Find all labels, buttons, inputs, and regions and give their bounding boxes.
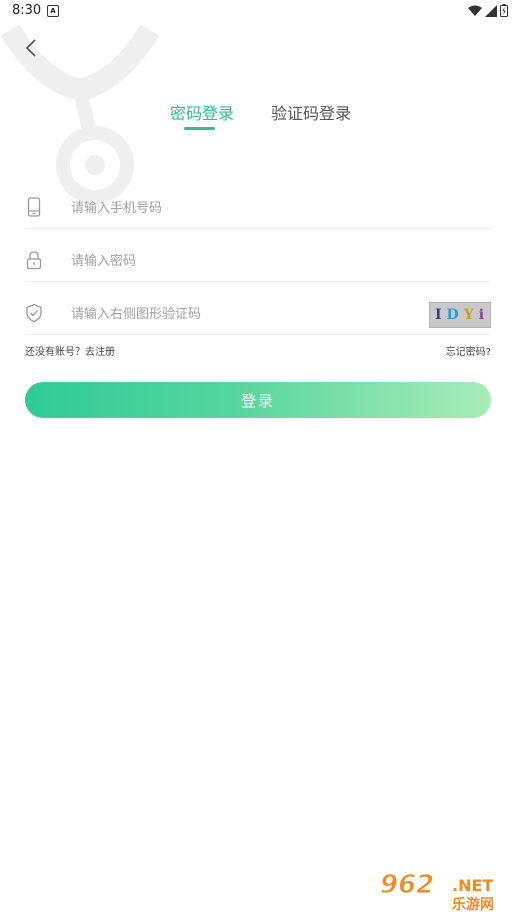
password-field [25,241,491,282]
register-link[interactable]: 还没有账号？去注册 [25,343,115,358]
notification-icon: A [47,5,59,17]
captcha-field: I D Y i [25,294,491,335]
shield-check-icon [26,303,42,323]
auth-links: 还没有账号？去注册 忘记密码? [25,343,491,358]
captcha-input[interactable] [69,300,403,328]
captcha-char: I [434,307,443,323]
login-button[interactable]: 登录 [25,382,491,418]
password-input[interactable] [69,247,403,275]
captcha-char: Y [463,307,475,323]
chevron-left-icon [25,39,36,57]
system-icons [468,4,508,17]
forgot-password-link[interactable]: 忘记密码? [446,343,491,358]
watermark-number: 962 [379,870,435,901]
tab-sms-code-login[interactable]: 验证码登录 [271,100,351,124]
status-bar: 8:30 A [0,0,516,22]
wifi-icon [468,5,482,16]
watermark-domain: .NET [452,876,494,895]
login-mode-tabs: 密码登录 验证码登录 [0,100,516,132]
phone-field [25,188,491,229]
phone-icon [27,197,41,217]
signal-icon [485,4,497,17]
phone-input[interactable] [69,194,403,222]
captcha-image[interactable]: I D Y i [429,302,491,328]
lock-icon [26,251,42,270]
back-button[interactable] [22,38,42,58]
site-watermark: 962 .NET 乐游网 [378,868,510,914]
status-time: 8:30 [12,3,42,18]
battery-icon [500,4,508,17]
captcha-char: i [478,307,486,323]
tab-password-login[interactable]: 密码登录 [170,100,234,124]
captcha-char: D [446,307,460,323]
watermark-name: 乐游网 [452,897,494,913]
active-tab-indicator [184,127,215,130]
